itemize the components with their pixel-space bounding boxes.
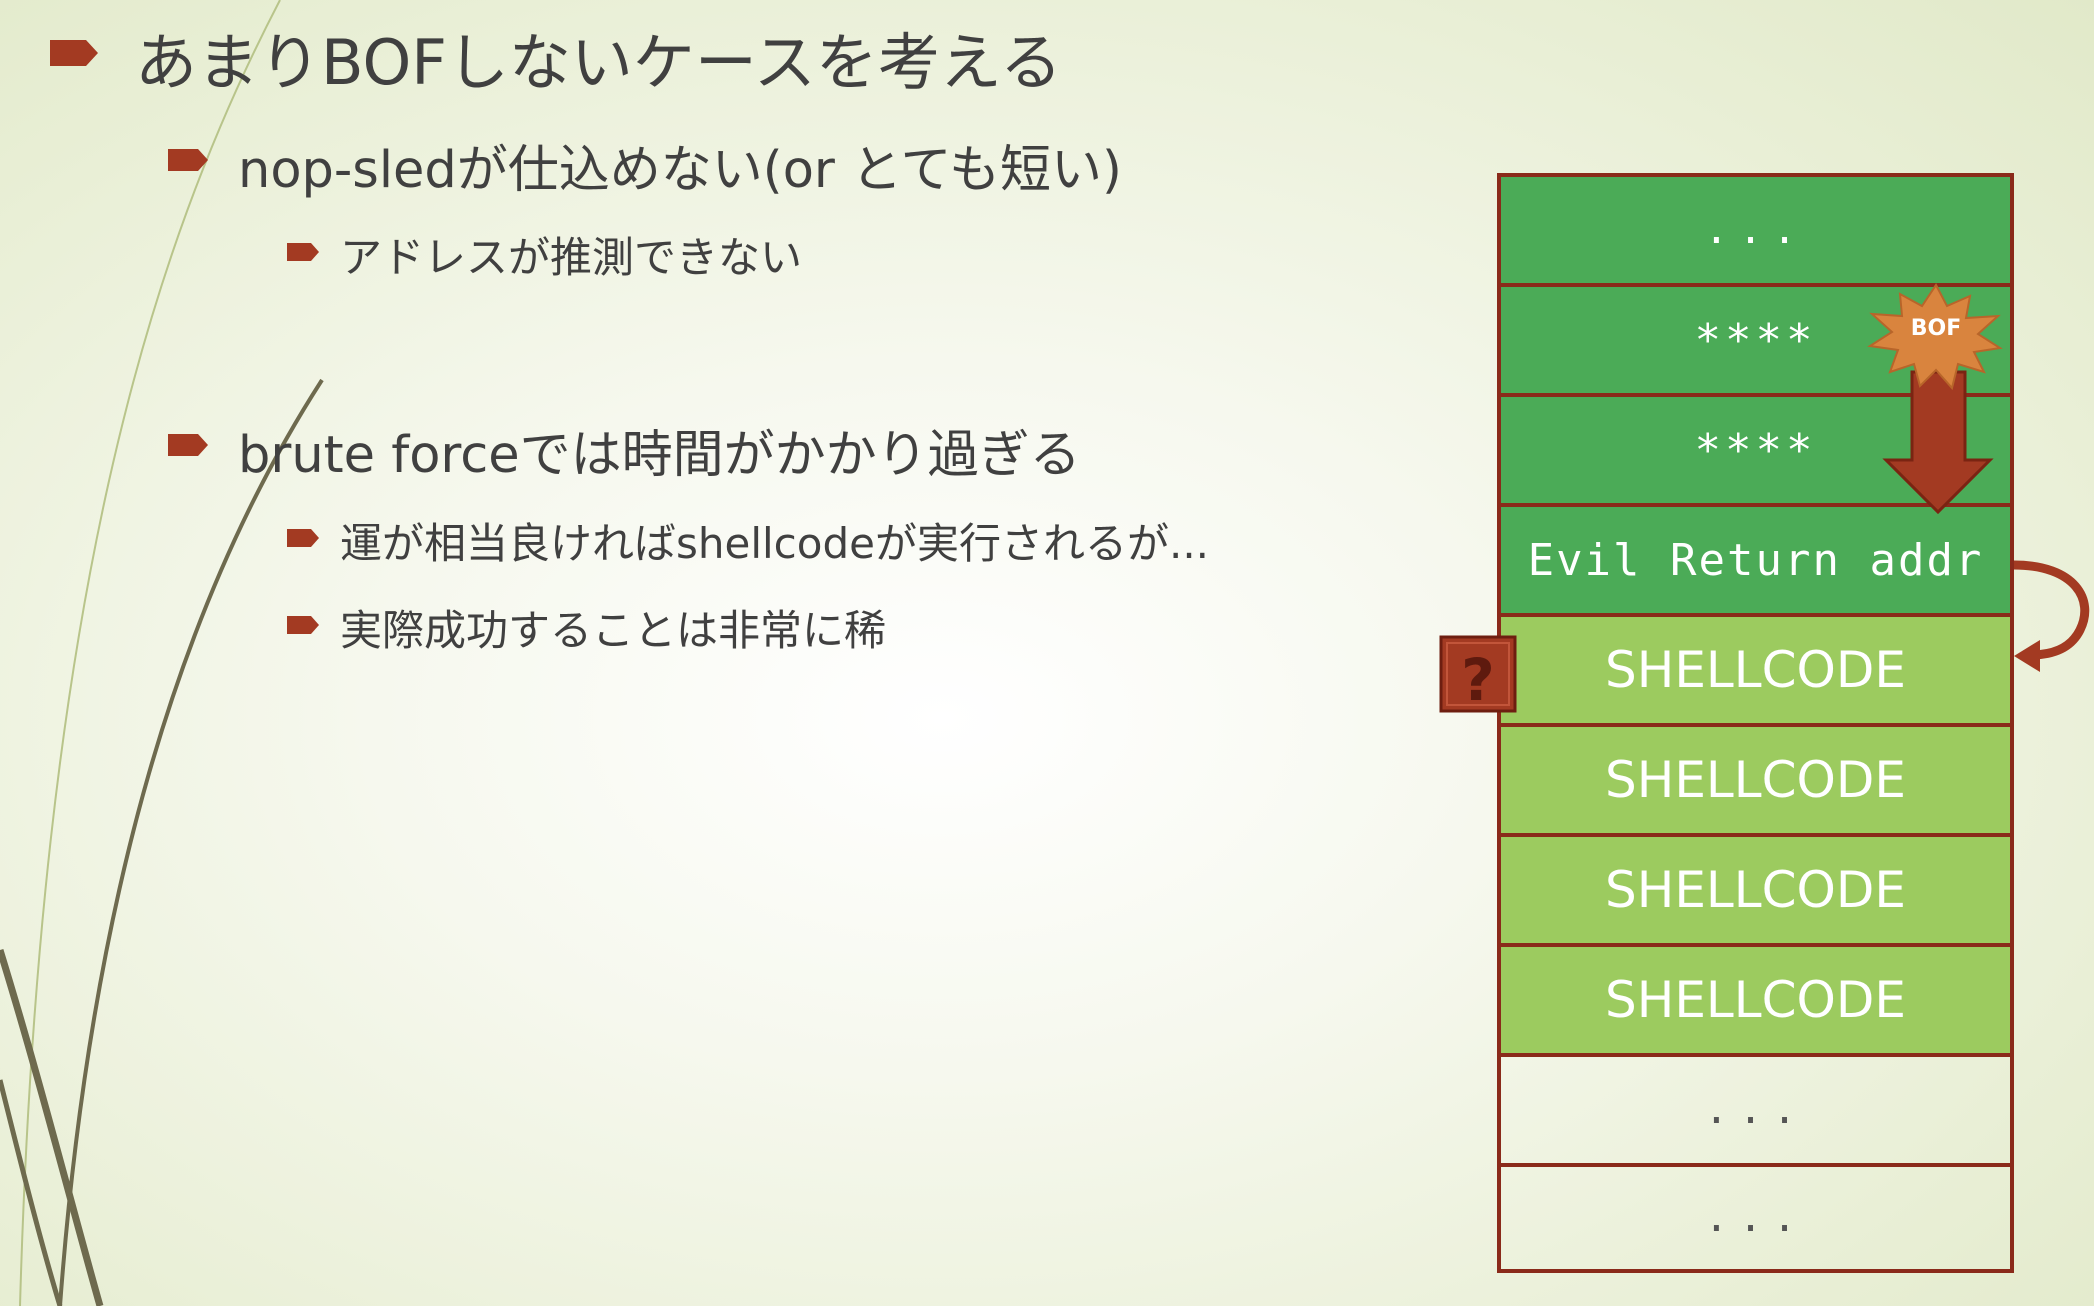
question-mark: ? xyxy=(1461,646,1495,714)
curved-arrow-icon xyxy=(2013,560,2090,672)
bof-burst-label: BOF xyxy=(1911,316,1962,341)
down-arrow-icon xyxy=(1882,370,1994,515)
question-block-icon: ? xyxy=(1439,635,1517,714)
diagram-overlay: BOF ? xyxy=(1439,283,2090,714)
